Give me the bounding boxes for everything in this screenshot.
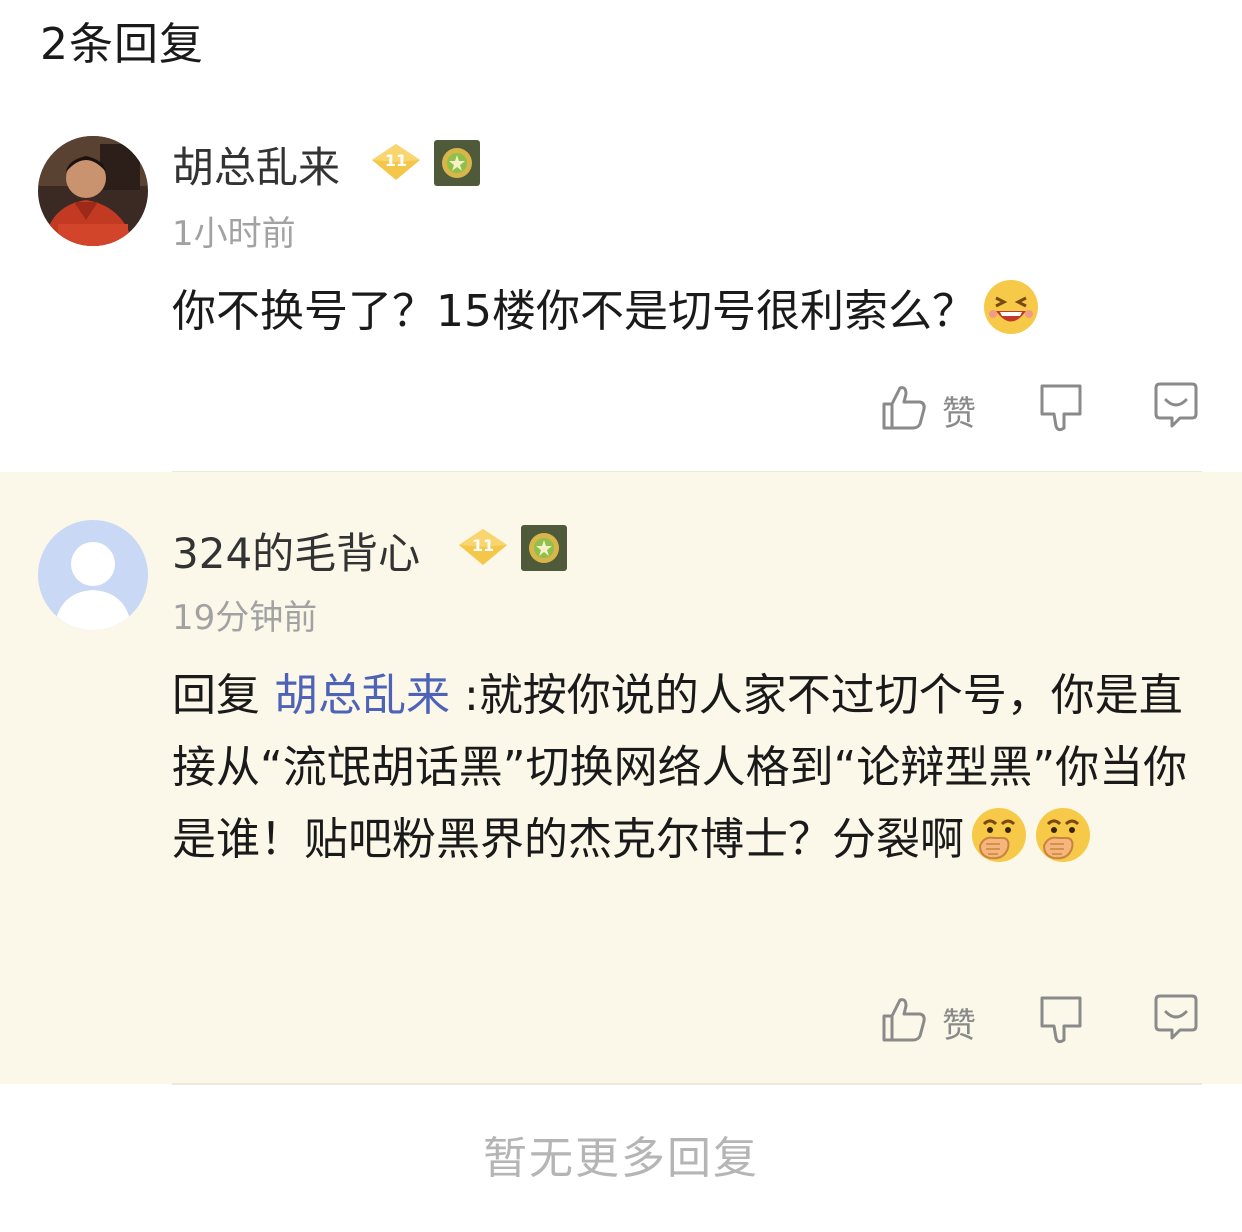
timestamp: 19分钟前 [172, 598, 318, 638]
reply-button[interactable] [1150, 380, 1202, 432]
comment-text: 回复 胡总乱来 :就按你说的人家不过切个号，你是直接从“流氓胡话黑”切换网络人格… [172, 660, 1202, 876]
like-label: 赞 [942, 394, 976, 434]
medal-badge [434, 140, 480, 186]
level-badge: 11 [368, 140, 424, 184]
action-bar: 赞 [0, 992, 1242, 1048]
comment-item: 324的毛背心 11 19分钟前 回复 胡总乱来 :就按你说的人家不过切个号，你… [0, 472, 1242, 1084]
medal-badge [521, 525, 567, 571]
action-bar: 赞 [0, 380, 1242, 436]
thumbs-down-icon [1040, 384, 1082, 432]
svg-text:11: 11 [385, 151, 407, 170]
comment-item: 胡总乱来 11 1小时前 你不换号了？15楼你不是切号很利索么？ 赞 [0, 100, 1242, 472]
comment-bubble-icon [1154, 994, 1198, 1040]
covering-mouth-emoji-icon [970, 806, 1028, 864]
level-badge: 11 [455, 525, 511, 569]
svg-text:11: 11 [472, 536, 494, 555]
reply-button[interactable] [1150, 992, 1202, 1044]
comment-text-content: 你不换号了？15楼你不是切号很利索么？ [172, 286, 976, 337]
comment-text: 你不换号了？15楼你不是切号很利索么？ [172, 276, 1202, 348]
reply-count-title: 2条回复 [40, 19, 204, 70]
username[interactable]: 324的毛背心 [172, 520, 420, 581]
laughing-emoji-icon [982, 278, 1040, 336]
avatar[interactable] [38, 136, 148, 246]
timestamp: 1小时前 [172, 214, 296, 254]
like-button[interactable]: 赞 [880, 992, 990, 1048]
dislike-button[interactable] [1036, 994, 1086, 1046]
username[interactable]: 胡总乱来 [172, 134, 340, 195]
like-button[interactable]: 赞 [880, 380, 990, 436]
thumbs-up-icon [882, 386, 926, 430]
thumbs-down-icon [1040, 996, 1082, 1044]
no-more-replies-text: 暂无更多回复 [483, 1133, 759, 1184]
reply-prefix: 回复 [172, 670, 274, 721]
mention-link[interactable]: 胡总乱来 [274, 670, 450, 721]
comment-bubble-icon [1154, 382, 1198, 428]
dislike-button[interactable] [1036, 382, 1086, 434]
like-label: 赞 [942, 1006, 976, 1046]
avatar[interactable] [38, 520, 148, 630]
divider [172, 1083, 1202, 1085]
thumbs-up-icon [882, 998, 926, 1042]
covering-mouth-emoji-icon [1034, 806, 1092, 864]
